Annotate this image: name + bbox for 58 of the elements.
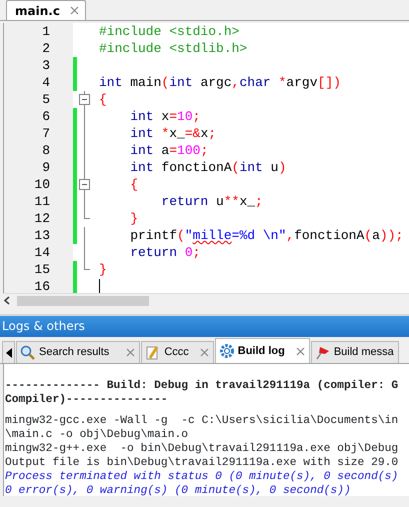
line-number: 13 — [4, 227, 73, 244]
magnifier-icon — [20, 344, 36, 360]
file-tab[interactable]: main.c — [6, 0, 86, 20]
panel-title: Logs & others — [0, 314, 409, 337]
panel-tab[interactable]: Build log — [214, 338, 310, 363]
line-number: 8 — [4, 142, 73, 159]
left-arrow-icon — [6, 348, 12, 358]
log-line: \main.c -o obj\Debug\main.o — [4, 428, 190, 442]
line-number: 16 — [4, 278, 73, 293]
code-line: #include <stdio.h> — [98, 23, 240, 40]
code-line: { — [98, 91, 107, 108]
scroll-left-icon[interactable] — [3, 296, 11, 305]
code-line: int main(int argc,char *argv[]) — [98, 74, 341, 91]
code-line: { — [129, 176, 138, 193]
code-line: return 0; — [129, 244, 200, 261]
line-number: 14 — [4, 244, 73, 261]
line-number: 11 — [4, 193, 73, 210]
log-line: Process terminated with status 0 (0 minute(s), 0 second(s) — [4, 470, 400, 484]
code-line: } — [98, 261, 107, 278]
line-number: 12 — [4, 210, 73, 227]
close-icon — [200, 348, 209, 357]
line-number: 2 — [4, 40, 73, 57]
line-number: 4 — [4, 74, 73, 91]
log-line: mingw32-g++.exe -o bin\Debug\travail291119a.exe obj\Debug — [4, 442, 400, 456]
pushpin-icon — [314, 344, 331, 360]
line-number: 7 — [4, 125, 73, 142]
log-line: -------------- Build: Debug in travail291119a (compiler: G — [4, 379, 400, 393]
fold-toggle-icon[interactable] — [79, 179, 90, 190]
tab-scroll-left-button[interactable] — [2, 341, 15, 363]
log-line: mingw32-gcc.exe -Wall -g -c C:\Users\sicilia\Documents\in — [4, 414, 400, 428]
line-number: 1 — [4, 23, 73, 40]
code-line: int *x_=&x; — [129, 125, 216, 142]
log-line: Output file is bin\Debug\travail291119a.exe with size 29.0 — [4, 456, 400, 470]
code-line: } — [129, 210, 138, 227]
gear-icon — [218, 343, 235, 359]
scrollbar-thumb[interactable] — [17, 296, 149, 306]
close-icon — [126, 348, 136, 357]
code-line: int fonctionA(int u) — [129, 159, 286, 176]
code-line: #include <stdlib.h> — [98, 40, 248, 57]
panel-tab[interactable]: Build messa — [310, 341, 399, 363]
line-number: 10 — [4, 176, 73, 193]
close-icon — [296, 346, 305, 356]
fold-toggle-icon[interactable] — [79, 94, 90, 105]
code-line: printf("mille=%d \n",fonctionA(a)); — [129, 227, 404, 244]
line-number: 5 — [4, 91, 73, 108]
code-line: int a=100; — [129, 142, 208, 159]
close-icon — [70, 6, 79, 15]
log-line: 0 error(s), 0 warning(s) (0 minute(s), 0 second(s)) — [4, 484, 352, 496]
text-cursor — [99, 279, 100, 293]
line-number: 3 — [4, 57, 73, 74]
code-line: return u**x_; — [160, 193, 263, 210]
log-line: Compiler)--------------- — [4, 393, 169, 407]
code-line: int x=10; — [129, 108, 200, 125]
panel-tab[interactable]: Search results — [16, 341, 140, 363]
panel-tab[interactable]: Cccc — [141, 341, 214, 363]
line-number: 9 — [4, 159, 73, 176]
line-number: 15 — [4, 261, 73, 278]
line-number: 6 — [4, 108, 73, 125]
